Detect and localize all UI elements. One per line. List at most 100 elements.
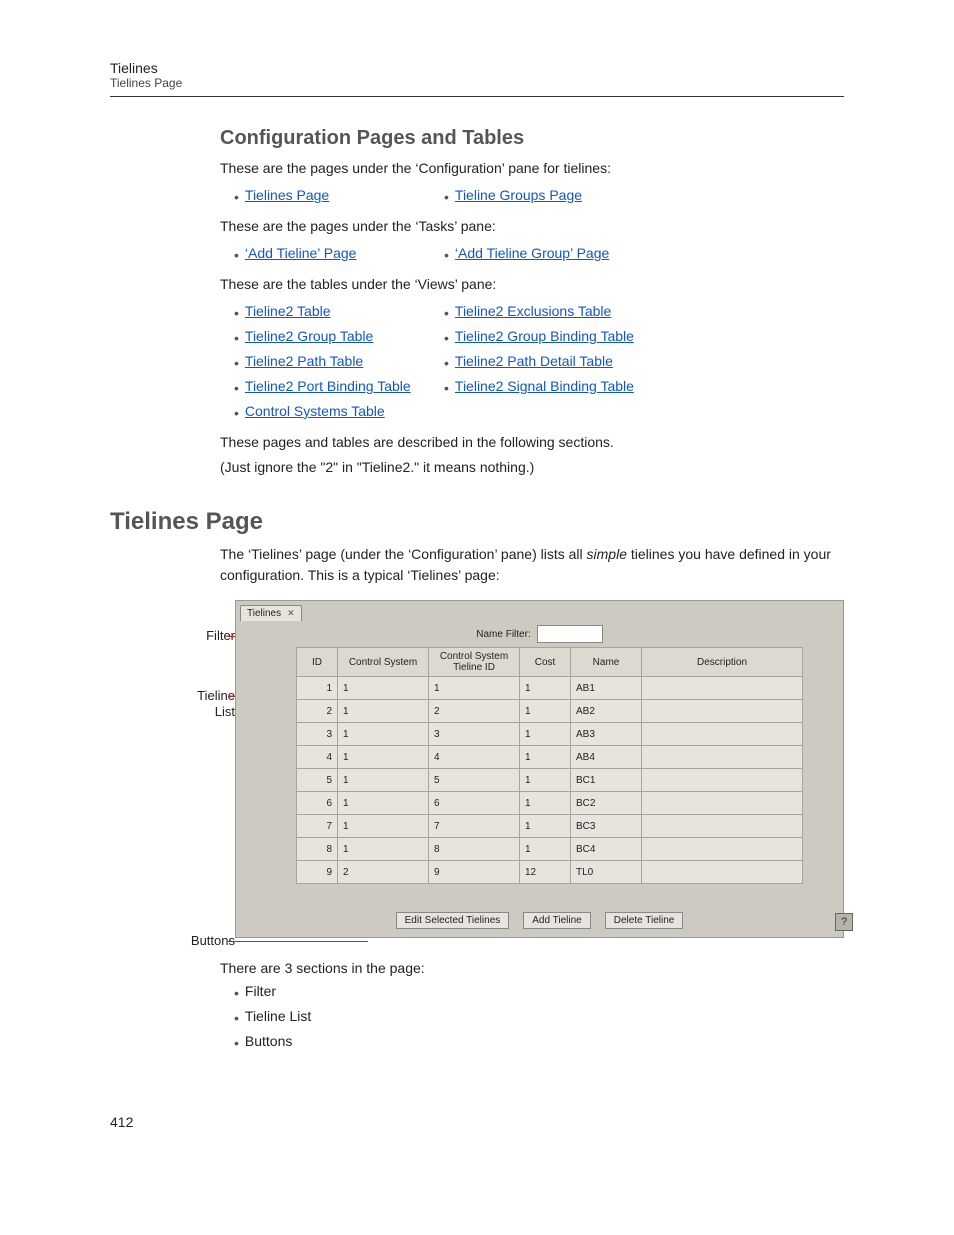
link[interactable]: Tieline2 Group Table <box>245 328 373 344</box>
table-row[interactable]: 92912TL0 <box>297 861 803 884</box>
link[interactable]: Tieline2 Group Binding Table <box>455 328 634 344</box>
page-number: 412 <box>110 1114 844 1130</box>
paragraph-config-pane: These are the pages under the ‘Configura… <box>220 158 844 179</box>
tielines-screenshot: Tielines ✕ Name Filter: IDControl System… <box>235 600 844 938</box>
table-cell: 1 <box>338 815 429 838</box>
link-item: • ‘Add Tieline’ Page <box>234 245 444 266</box>
paragraph-views-pane: These are the tables under the ‘Views’ p… <box>220 274 844 295</box>
screenshot-annotations: Filter Tieline List Buttons <box>150 600 235 938</box>
link-item: • Tieline2 Signal Binding Table <box>444 378 654 399</box>
tielines-table: IDControl SystemControl System Tieline I… <box>296 647 803 884</box>
table-row[interactable]: 7171BC3 <box>297 815 803 838</box>
task-links: • ‘Add Tieline’ Page • ‘Add Tieline Group’… <box>234 241 844 270</box>
table-cell: 2 <box>297 700 338 723</box>
name-filter-input[interactable] <box>537 625 603 643</box>
table-cell: 1 <box>520 677 571 700</box>
bullet-icon: • <box>444 245 449 266</box>
add-tieline-button[interactable]: Add Tieline <box>523 912 590 929</box>
table-row[interactable]: 4141AB4 <box>297 746 803 769</box>
list-item: • Tieline List <box>234 1008 844 1029</box>
link[interactable]: Tieline2 Path Table <box>245 353 363 369</box>
help-icon[interactable]: ? <box>835 913 853 931</box>
table-cell: 1 <box>520 815 571 838</box>
list-item: •Filter <box>234 983 844 1004</box>
link-item: • Tieline Groups Page <box>444 187 654 208</box>
link-item: • ‘Add Tieline Group’ Page <box>444 245 654 266</box>
link[interactable]: Tieline2 Exclusions Table <box>455 303 611 319</box>
bullet-icon: • <box>234 245 239 266</box>
config-links: •Tielines Page • Tieline Groups Page <box>234 183 844 212</box>
table-cell: BC3 <box>571 815 642 838</box>
delete-tieline-button[interactable]: Delete Tieline <box>605 912 684 929</box>
bullet-icon: • <box>444 303 449 324</box>
link[interactable]: Tieline2 Table <box>245 303 331 319</box>
column-header[interactable]: Control System <box>338 648 429 677</box>
table-cell: 1 <box>338 838 429 861</box>
table-cell: 1 <box>338 792 429 815</box>
table-row[interactable]: 5151BC1 <box>297 769 803 792</box>
table-cell: 2 <box>338 861 429 884</box>
edit-selected-tielines-button[interactable]: Edit Selected Tielines <box>396 912 510 929</box>
table-cell: 1 <box>520 838 571 861</box>
link[interactable]: Control Systems Table <box>245 403 385 419</box>
table-row[interactable]: 6161BC2 <box>297 792 803 815</box>
tab-tielines[interactable]: Tielines ✕ <box>240 605 302 621</box>
link[interactable]: Tielines Page <box>245 187 329 203</box>
header-title: Tielines <box>110 60 844 76</box>
button-bar: Edit Selected Tielines Add Tieline Delet… <box>236 884 843 937</box>
column-header[interactable]: Name <box>571 648 642 677</box>
filter-label: Name Filter: <box>476 629 530 640</box>
table-row[interactable]: 3131AB3 <box>297 723 803 746</box>
table-cell <box>642 792 803 815</box>
link-item: • Tieline2 Exclusions Table <box>444 303 654 324</box>
column-header[interactable]: Cost <box>520 648 571 677</box>
link[interactable]: ‘Add Tieline Group’ Page <box>455 245 609 261</box>
paragraph-ignore2: (Just ignore the "2" in "Tieline2." it m… <box>220 457 844 478</box>
table-cell <box>642 815 803 838</box>
link[interactable]: ‘Add Tieline’ Page <box>245 245 357 261</box>
table-row[interactable]: 2121AB2 <box>297 700 803 723</box>
bullet-icon: • <box>444 187 449 208</box>
table-row[interactable]: 8181BC4 <box>297 838 803 861</box>
link-item: • Tieline2 Group Binding Table <box>444 328 654 349</box>
table-cell: 9 <box>297 861 338 884</box>
table-cell: 5 <box>297 769 338 792</box>
bullet-icon: • <box>444 328 449 349</box>
table-cell <box>642 769 803 792</box>
link[interactable]: Tieline Groups Page <box>455 187 582 203</box>
link[interactable]: Tieline2 Signal Binding Table <box>455 378 634 394</box>
table-cell: 4 <box>297 746 338 769</box>
column-header[interactable]: Description <box>642 648 803 677</box>
link-item: •Tieline2 Group Table <box>234 328 444 349</box>
bullet-icon: • <box>234 1008 239 1029</box>
sections-list: •Filter•Tieline List•Buttons <box>234 983 844 1054</box>
bullet-icon: • <box>444 378 449 399</box>
table-cell <box>642 861 803 884</box>
table-cell: 1 <box>520 769 571 792</box>
table-row[interactable]: 1111AB1 <box>297 677 803 700</box>
table-cell: 5 <box>429 769 520 792</box>
link-item: •Tielines Page <box>234 187 444 208</box>
close-icon[interactable]: ✕ <box>287 608 295 619</box>
table-cell: 12 <box>520 861 571 884</box>
table-cell: 7 <box>297 815 338 838</box>
column-header[interactable]: Control System Tieline ID <box>429 648 520 677</box>
link[interactable]: Tieline2 Path Detail Table <box>455 353 613 369</box>
paragraph-tielines-intro: The ‘Tielines’ page (under the ‘Configur… <box>220 544 844 586</box>
table-cell: 1 <box>338 677 429 700</box>
link-item: •Tieline2 Path Table <box>234 353 444 374</box>
table-cell: AB4 <box>571 746 642 769</box>
list-item-label: Filter <box>245 983 276 999</box>
table-cell: 1 <box>297 677 338 700</box>
section-heading-config: Configuration Pages and Tables <box>220 127 844 150</box>
table-cell: 9 <box>429 861 520 884</box>
bullet-icon: • <box>234 303 239 324</box>
list-item-label: Tieline List <box>245 1008 311 1024</box>
column-header[interactable]: ID <box>297 648 338 677</box>
table-cell: AB1 <box>571 677 642 700</box>
link-item: • Tieline2 Table <box>234 303 444 324</box>
link-item: •Control Systems Table <box>234 403 444 424</box>
table-cell: 1 <box>338 700 429 723</box>
link[interactable]: Tieline2 Port Binding Table <box>245 378 411 394</box>
table-cell: 8 <box>429 838 520 861</box>
